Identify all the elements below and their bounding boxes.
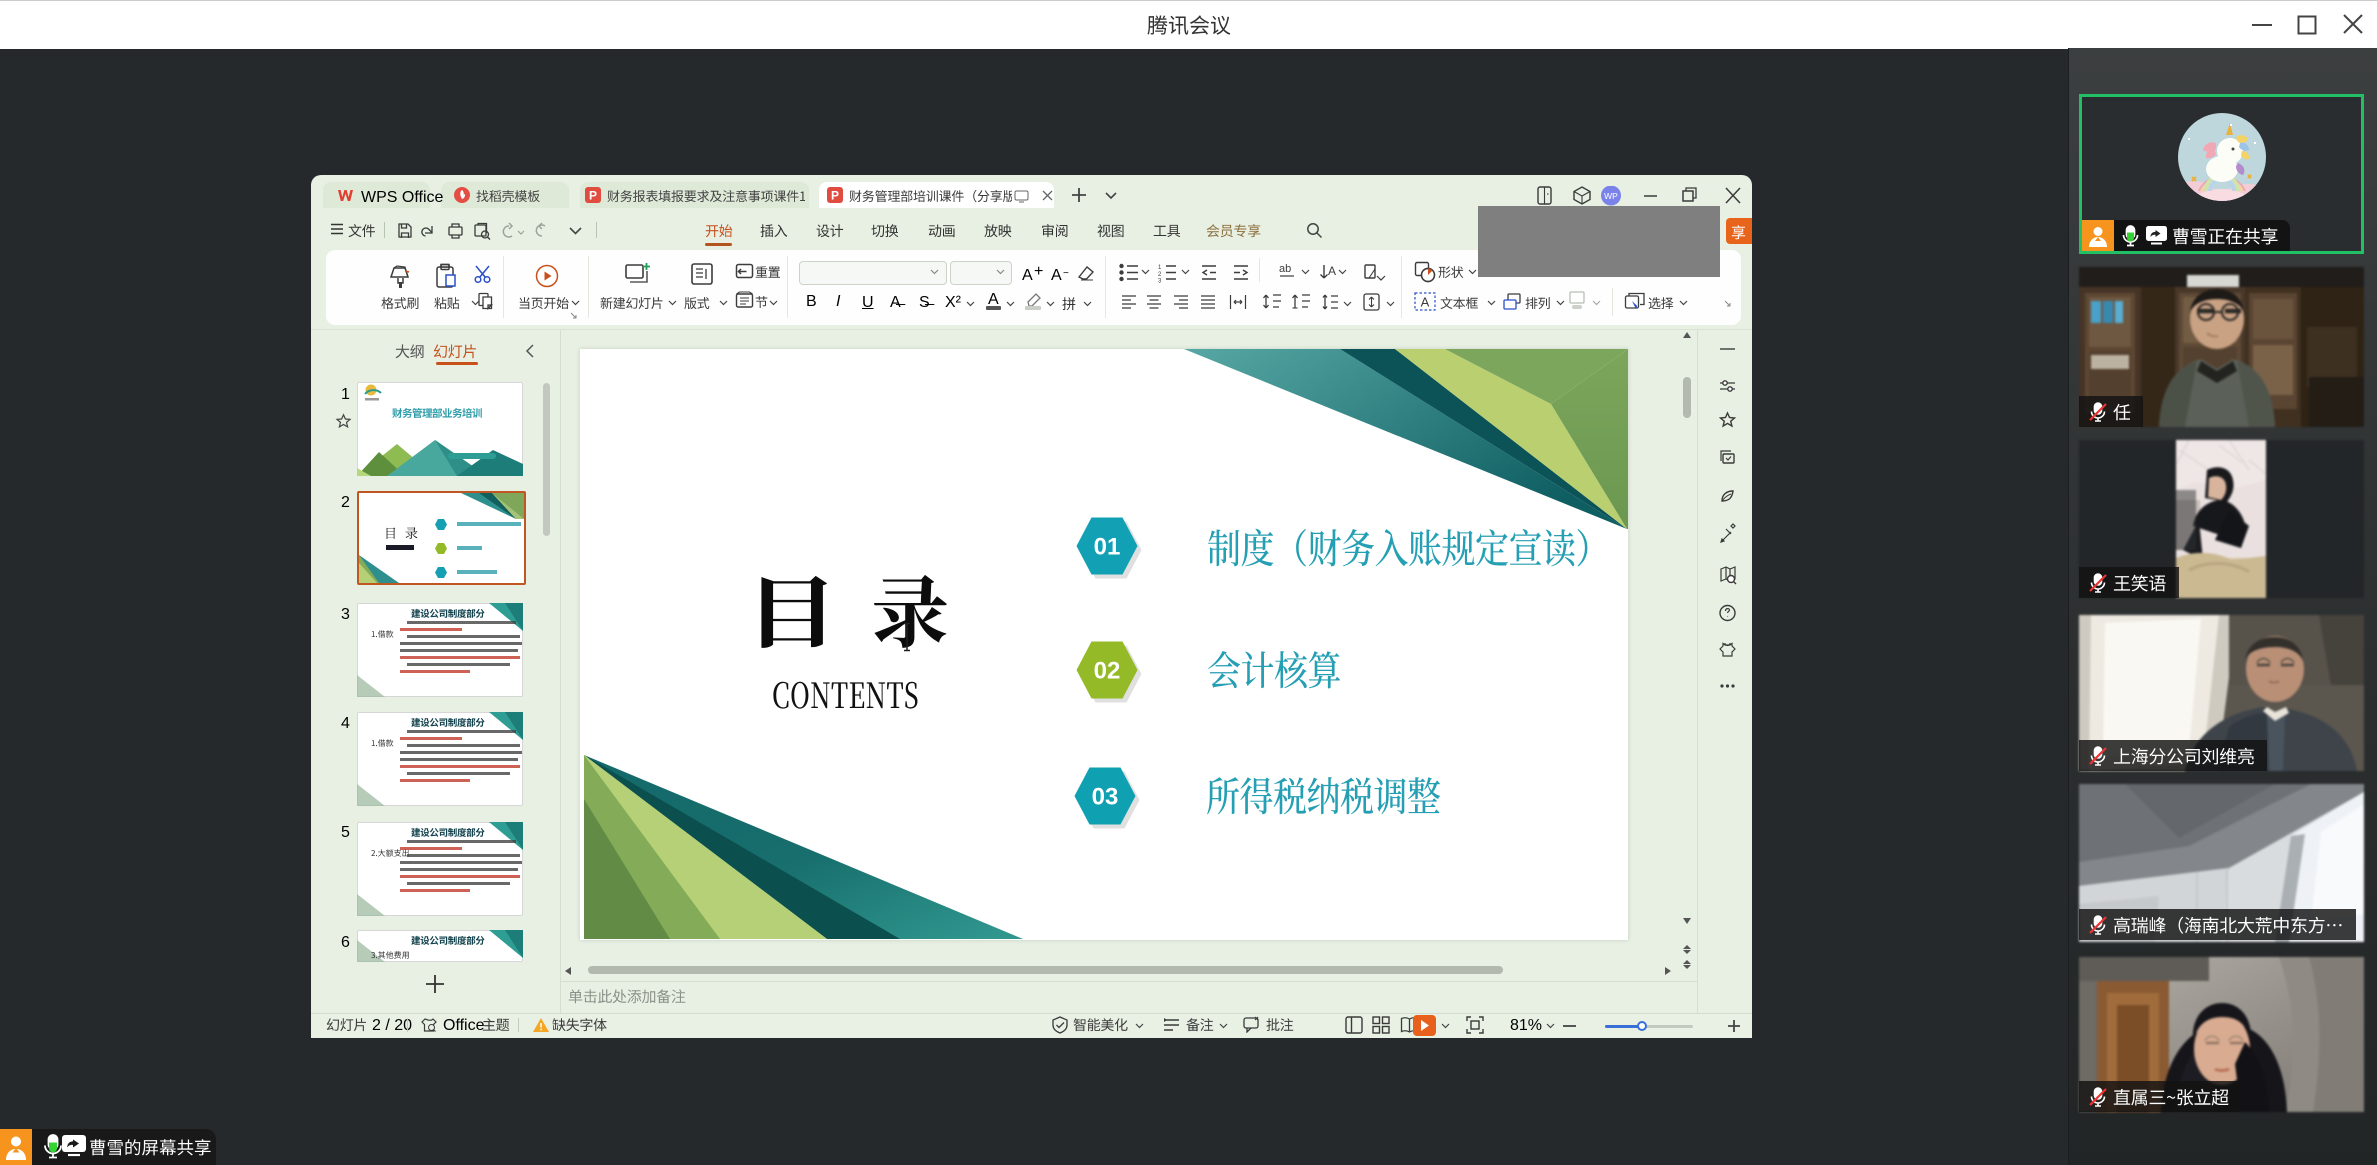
svg-text:02: 02: [1094, 658, 1121, 685]
svg-text:P: P: [589, 189, 597, 203]
svg-text:A: A: [1421, 295, 1430, 310]
svg-text:01: 01: [1094, 534, 1121, 561]
svg-text:ab: ab: [1279, 263, 1291, 275]
svg-text:P: P: [831, 189, 839, 203]
svg-text:03: 03: [1092, 784, 1119, 811]
svg-text:A: A: [1328, 264, 1336, 278]
svg-text:3: 3: [1158, 279, 1162, 284]
svg-text:2: 2: [1158, 272, 1162, 278]
svg-text:1: 1: [1158, 265, 1162, 271]
svg-text:WP: WP: [1604, 191, 1618, 201]
